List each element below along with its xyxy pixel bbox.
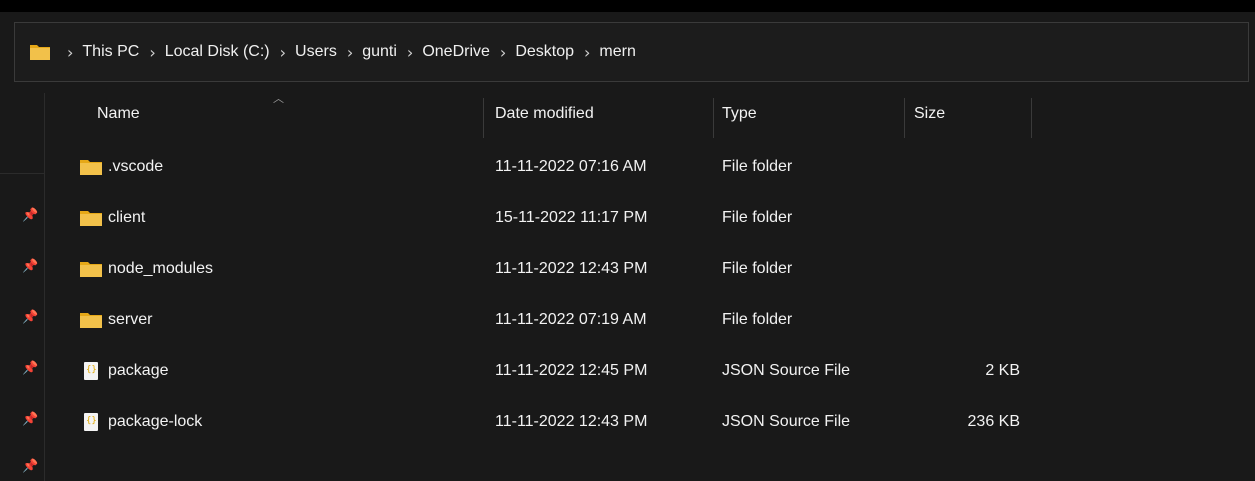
pin-icon[interactable]: 📌	[22, 260, 38, 274]
nav-pane-separator	[0, 173, 44, 174]
folder-icon	[29, 43, 51, 61]
table-row[interactable]: {} package 11-11-2022 12:45 PM JSON Sour…	[46, 346, 1046, 396]
column-header-type[interactable]: Type	[722, 90, 757, 138]
file-name: .vscode	[108, 158, 164, 175]
column-resize-handle[interactable]	[483, 98, 484, 138]
pin-icon[interactable]: 📌	[22, 311, 38, 325]
table-row[interactable]: client 15-11-2022 11:17 PM File folder	[46, 193, 1046, 243]
date-cell: 11-11-2022 12:45 PM	[495, 362, 648, 379]
size-cell	[912, 244, 1020, 294]
breadcrumb-gunti[interactable]: gunti	[362, 43, 397, 61]
date-cell: 11-11-2022 12:43 PM	[495, 260, 648, 277]
size-cell: 236 KB	[967, 413, 1020, 430]
chevron-right-icon[interactable]: ›	[500, 43, 506, 62]
size-cell	[912, 142, 1020, 192]
title-strip	[0, 0, 1255, 12]
type-cell: File folder	[722, 260, 793, 277]
size-cell	[912, 295, 1020, 345]
folder-icon	[80, 210, 102, 227]
column-header-size[interactable]: Size	[914, 90, 945, 138]
nav-pane-divider[interactable]	[44, 93, 45, 481]
date-cell: 11-11-2022 07:16 AM	[495, 158, 647, 175]
type-cell: File folder	[722, 311, 793, 328]
chevron-right-icon[interactable]: ›	[67, 43, 73, 62]
chevron-right-icon[interactable]: ›	[584, 43, 590, 62]
date-cell: 11-11-2022 12:43 PM	[495, 413, 648, 430]
table-row[interactable]: {} package-lock 11-11-2022 12:43 PM JSON…	[46, 397, 1046, 447]
name-cell: .vscode	[80, 142, 163, 192]
column-resize-handle[interactable]	[1031, 98, 1032, 138]
name-cell: {} package-lock	[80, 397, 202, 447]
pin-icon[interactable]: 📌	[22, 460, 38, 474]
date-cell: 11-11-2022 07:19 AM	[495, 311, 647, 328]
column-resize-handle[interactable]	[904, 98, 905, 138]
breadcrumb-users[interactable]: Users	[295, 43, 337, 61]
name-cell: client	[80, 193, 145, 243]
breadcrumb: › This PC › Local Disk (C:) › Users › gu…	[57, 43, 636, 62]
address-bar[interactable]: › This PC › Local Disk (C:) › Users › gu…	[14, 22, 1249, 82]
column-resize-handle[interactable]	[713, 98, 714, 138]
chevron-right-icon[interactable]: ›	[149, 43, 155, 62]
table-row[interactable]: .vscode 11-11-2022 07:16 AM File folder	[46, 142, 1046, 192]
chevron-right-icon[interactable]: ›	[407, 43, 413, 62]
breadcrumb-local-disk[interactable]: Local Disk (C:)	[165, 43, 270, 61]
type-cell: File folder	[722, 158, 793, 175]
json-file-icon: {}	[84, 362, 98, 380]
name-cell: server	[80, 295, 152, 345]
breadcrumb-this-pc[interactable]: This PC	[82, 43, 139, 61]
json-file-icon: {}	[84, 413, 98, 431]
size-cell: 2 KB	[985, 362, 1020, 379]
file-list-pane: 📌 📌 📌 📌 📌 📌 ︿ Name Date modified Type Si…	[0, 85, 1255, 481]
table-row[interactable]: node_modules 11-11-2022 12:43 PM File fo…	[46, 244, 1046, 294]
size-cell	[912, 193, 1020, 243]
type-cell: File folder	[722, 209, 793, 226]
column-header-date[interactable]: Date modified	[495, 90, 594, 138]
folder-icon	[80, 261, 102, 278]
folder-icon	[80, 159, 102, 176]
folder-icon	[80, 312, 102, 329]
name-cell: node_modules	[80, 244, 213, 294]
column-header-name[interactable]: Name	[97, 90, 140, 138]
pin-icon[interactable]: 📌	[22, 362, 38, 376]
sort-ascending-icon: ︿	[273, 92, 284, 105]
file-name: package	[108, 362, 169, 379]
table-row[interactable]: server 11-11-2022 07:19 AM File folder	[46, 295, 1046, 345]
column-header: ︿ Name Date modified Type Size	[46, 90, 1046, 138]
breadcrumb-desktop[interactable]: Desktop	[515, 43, 574, 61]
chevron-right-icon[interactable]: ›	[347, 43, 353, 62]
file-name: server	[108, 311, 153, 328]
type-cell: JSON Source File	[722, 362, 851, 379]
type-cell: JSON Source File	[722, 413, 851, 430]
pin-icon[interactable]: 📌	[22, 209, 38, 223]
name-cell: {} package	[80, 346, 169, 396]
file-name: client	[108, 209, 146, 226]
breadcrumb-mern[interactable]: mern	[599, 43, 635, 61]
file-name: package-lock	[108, 413, 203, 430]
date-cell: 15-11-2022 11:17 PM	[495, 209, 648, 226]
pin-icon[interactable]: 📌	[22, 413, 38, 427]
file-name: node_modules	[108, 260, 213, 277]
breadcrumb-onedrive[interactable]: OneDrive	[422, 43, 490, 61]
chevron-right-icon[interactable]: ›	[280, 43, 286, 62]
